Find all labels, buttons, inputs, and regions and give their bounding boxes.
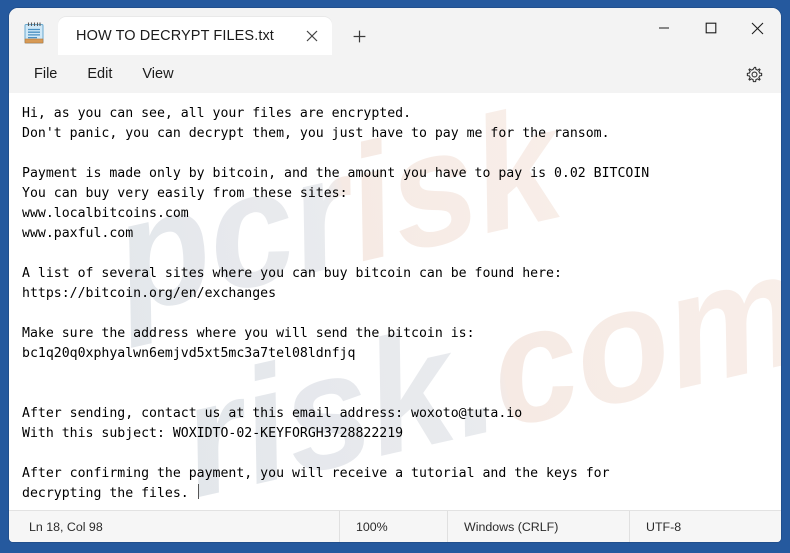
ransom-note-text: Hi, as you can see, all your files are e… bbox=[22, 106, 650, 501]
notepad-icon bbox=[23, 21, 45, 45]
menu-edit[interactable]: Edit bbox=[76, 61, 123, 87]
status-line-endings[interactable]: Windows (CRLF) bbox=[447, 511, 629, 542]
new-tab-button[interactable] bbox=[344, 21, 374, 51]
tab-close-icon[interactable] bbox=[298, 22, 326, 50]
editor-area[interactable]: pcrisk risk.com Hi, as you can see, all … bbox=[9, 93, 781, 510]
status-cursor-position[interactable]: Ln 18, Col 98 bbox=[9, 511, 339, 542]
menu-view[interactable]: View bbox=[131, 61, 184, 87]
menu-file[interactable]: File bbox=[23, 61, 68, 87]
desktop-background: HOW TO DECRYPT FILES.txt File Edit View … bbox=[0, 0, 790, 553]
maximize-button[interactable] bbox=[687, 8, 734, 48]
text-content[interactable]: Hi, as you can see, all your files are e… bbox=[9, 93, 781, 504]
tab-title: HOW TO DECRYPT FILES.txt bbox=[76, 28, 274, 44]
menu-bar: File Edit View bbox=[9, 55, 781, 93]
status-bar: Ln 18, Col 98 100% Windows (CRLF) UTF-8 bbox=[9, 510, 781, 542]
notepad-window: HOW TO DECRYPT FILES.txt File Edit View … bbox=[9, 8, 781, 542]
minimize-button[interactable] bbox=[640, 8, 687, 48]
close-button[interactable] bbox=[734, 8, 781, 48]
status-zoom-level[interactable]: 100% bbox=[339, 511, 447, 542]
tab-how-to-decrypt-files[interactable]: HOW TO DECRYPT FILES.txt bbox=[58, 17, 332, 55]
window-controls bbox=[640, 8, 781, 48]
status-encoding[interactable]: UTF-8 bbox=[629, 511, 697, 542]
title-bar[interactable]: HOW TO DECRYPT FILES.txt bbox=[9, 8, 781, 55]
text-caret bbox=[197, 484, 199, 499]
gear-icon[interactable] bbox=[739, 59, 769, 89]
